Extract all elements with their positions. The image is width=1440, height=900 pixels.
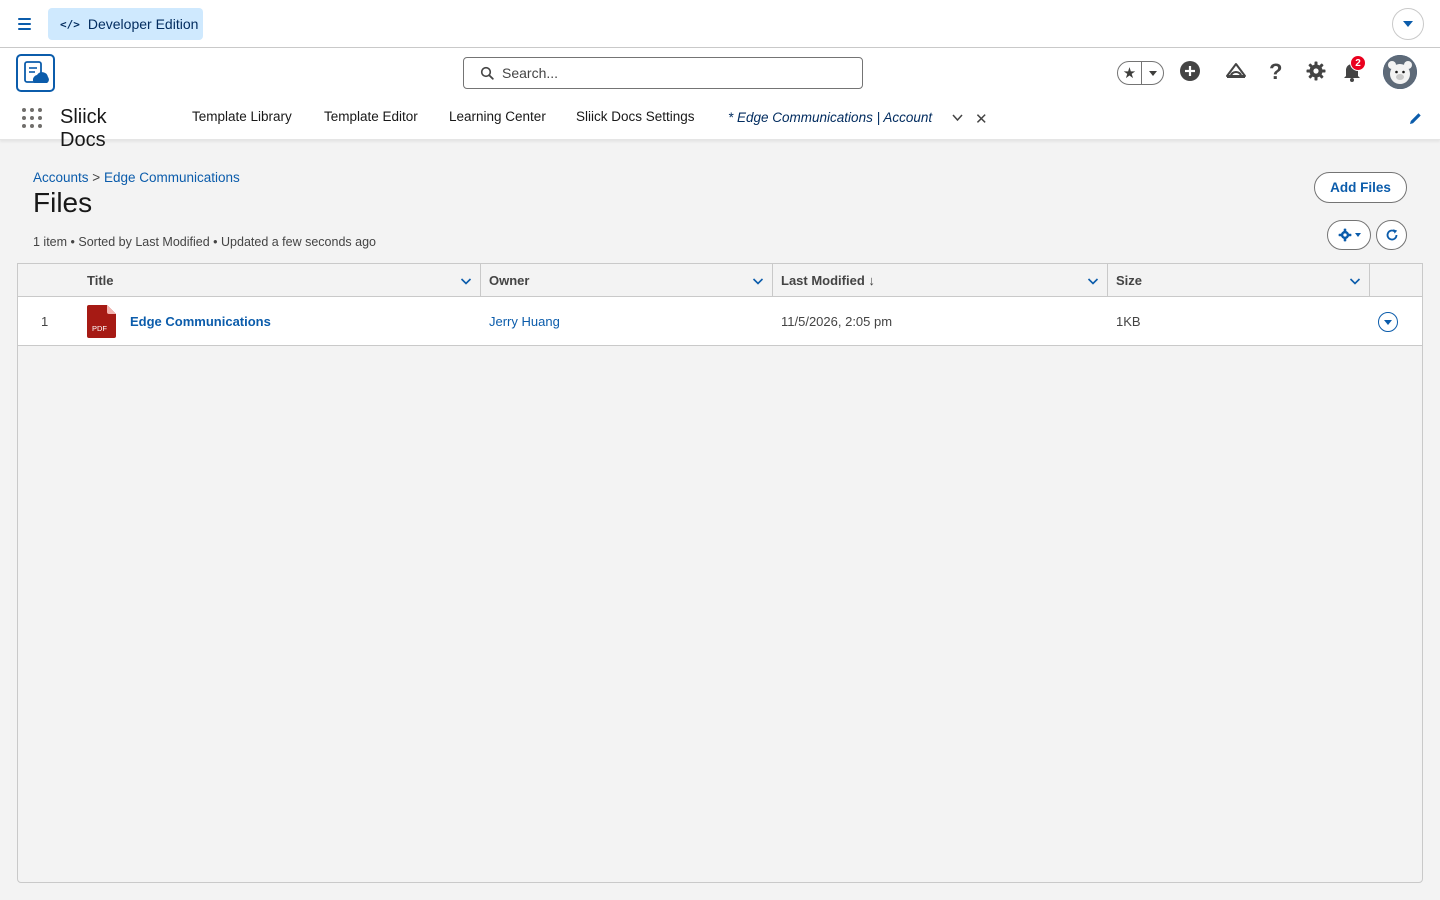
breadcrumb-accounts-link[interactable]: Accounts — [33, 170, 89, 185]
global-top-bar: </> Developer Edition — [0, 0, 1440, 48]
setup-button[interactable] — [1305, 60, 1327, 82]
favorites-group: ★ — [1117, 61, 1164, 85]
file-title-link[interactable]: Edge Communications — [130, 297, 271, 345]
file-type-cell: PDF — [87, 297, 116, 345]
sliick-docs-logo-icon — [23, 61, 49, 83]
breadcrumb: Accounts > Edge Communications — [33, 170, 240, 185]
menu-icon[interactable] — [16, 15, 34, 33]
row-actions-button[interactable] — [1378, 312, 1398, 332]
nav-item-sliick-docs-settings[interactable]: Sliick Docs Settings — [576, 109, 695, 124]
add-files-button[interactable]: Add Files — [1314, 172, 1407, 203]
app-logo[interactable] — [16, 54, 55, 92]
user-avatar-icon — [1383, 55, 1417, 89]
global-search-input[interactable]: Search... — [463, 57, 863, 89]
caret-down-icon — [1148, 70, 1157, 76]
column-header-label: Size — [1116, 273, 1143, 288]
star-icon[interactable]: ★ — [1118, 62, 1142, 84]
column-header-title[interactable]: Title — [79, 264, 481, 297]
pencil-icon[interactable] — [1408, 111, 1423, 129]
search-placeholder: Search... — [502, 65, 559, 81]
column-header-label: Owner — [489, 273, 530, 288]
chevron-down-icon[interactable] — [951, 111, 964, 127]
table-row: 1 PDF Edge Communications Jerry Huang 11… — [18, 297, 1422, 346]
caret-down-icon — [1354, 233, 1361, 237]
plus-circle-icon — [1180, 61, 1200, 81]
column-header-size[interactable]: Size — [1108, 264, 1370, 297]
app-name: Sliick Docs — [60, 106, 107, 151]
code-icon: </> — [60, 17, 80, 31]
help-icon[interactable]: ? — [1269, 59, 1282, 85]
nav-item-template-editor[interactable]: Template Editor — [324, 109, 418, 124]
global-actions-button[interactable] — [1179, 60, 1201, 82]
chevron-down-icon[interactable] — [460, 275, 472, 287]
search-icon — [480, 66, 494, 80]
list-view-settings-button[interactable] — [1327, 220, 1371, 250]
page-title: Files — [33, 187, 93, 218]
caret-down-icon — [1403, 21, 1413, 27]
top-menu-dropdown-button[interactable] — [1392, 8, 1424, 40]
row-number: 1 — [41, 313, 49, 329]
chevron-down-icon[interactable] — [1349, 275, 1361, 287]
column-header-label: Last Modified ↓ — [781, 273, 875, 288]
last-modified-cell: 11/5/2026, 2:05 pm — [781, 313, 893, 329]
breadcrumb-separator: > — [92, 170, 101, 185]
chevron-down-icon[interactable] — [752, 275, 764, 287]
pdf-icon: PDF — [87, 304, 116, 338]
caret-down-icon — [1384, 320, 1392, 325]
notification-count-badge: 2 — [1350, 55, 1366, 71]
trailhead-icon — [1226, 63, 1246, 78]
developer-edition-button[interactable]: </> Developer Edition — [48, 8, 203, 40]
tab-edge-communications-account[interactable]: * Edge Communications | Account — [728, 110, 932, 125]
favorites-list-button[interactable] — [1142, 70, 1163, 76]
developer-edition-label: Developer Edition — [87, 16, 199, 32]
files-table: Title Owner Last Modified ↓ Size 1 PDF E… — [17, 263, 1423, 883]
gear-icon — [1338, 228, 1351, 242]
list-view-meta: 1 item • Sorted by Last Modified • Updat… — [33, 235, 376, 249]
size-cell: 1KB — [1116, 313, 1141, 329]
breadcrumb-record-link[interactable]: Edge Communications — [104, 170, 240, 185]
avatar[interactable] — [1383, 55, 1417, 89]
close-icon[interactable]: ✕ — [975, 110, 988, 128]
refresh-button[interactable] — [1376, 220, 1407, 250]
gear-icon — [1306, 61, 1326, 81]
nav-item-template-library[interactable]: Template Library — [192, 109, 292, 124]
column-header-last-modified[interactable]: Last Modified ↓ — [773, 264, 1108, 297]
file-type-label: PDF — [92, 323, 107, 333]
column-header-label: Title — [87, 273, 114, 288]
global-header: Search... ★ ? — [0, 48, 1440, 140]
nav-item-learning-center[interactable]: Learning Center — [449, 109, 546, 124]
chevron-down-icon[interactable] — [1087, 275, 1099, 287]
trailhead-guidance-button[interactable] — [1225, 60, 1247, 82]
owner-link[interactable]: Jerry Huang — [489, 297, 560, 345]
app-launcher-icon[interactable] — [22, 108, 42, 128]
refresh-icon — [1386, 229, 1397, 241]
table-header: Title Owner Last Modified ↓ Size — [18, 264, 1422, 297]
column-header-owner[interactable]: Owner — [481, 264, 773, 297]
